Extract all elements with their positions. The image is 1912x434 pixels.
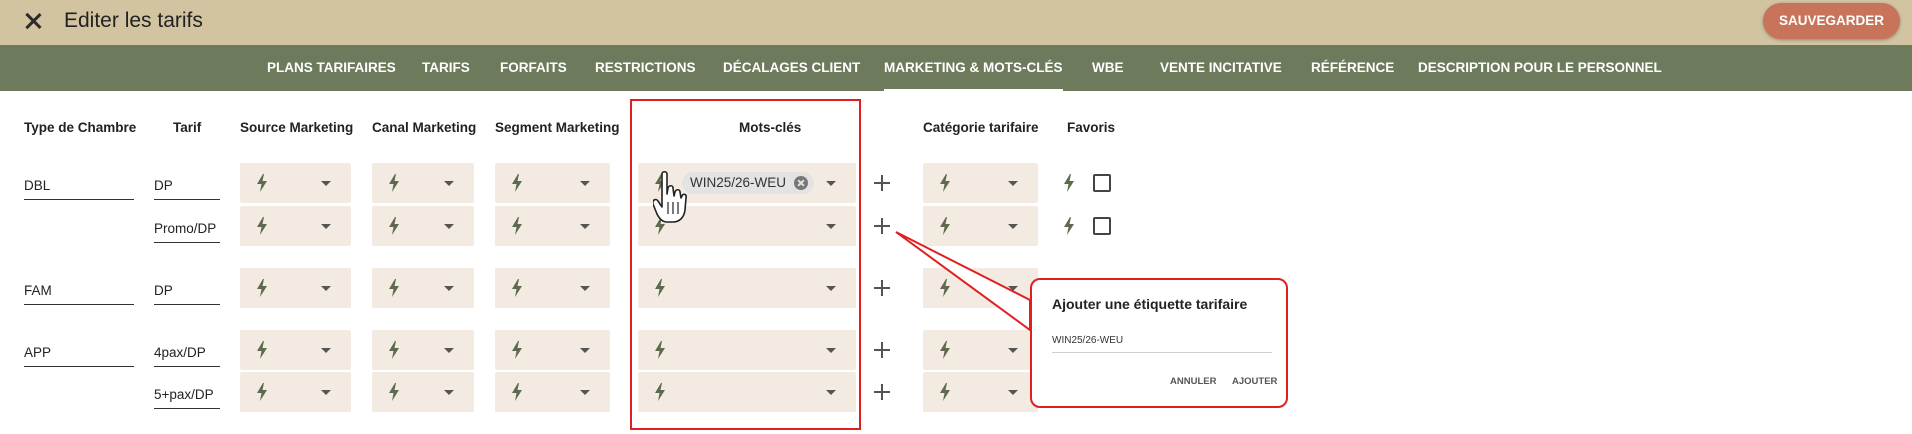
callout-pointer — [895, 231, 1031, 332]
hand-cursor-icon — [653, 170, 687, 223]
cancel-button[interactable]: ANNULER — [1170, 376, 1216, 387]
add-tag-dialog: Ajouter une étiquette tarifaire WIN25/26… — [1030, 278, 1288, 408]
tag-input[interactable]: WIN25/26-WEU — [1052, 332, 1272, 353]
add-button[interactable]: AJOUTER — [1232, 376, 1277, 387]
dialog-title: Ajouter une étiquette tarifaire — [1052, 296, 1248, 312]
